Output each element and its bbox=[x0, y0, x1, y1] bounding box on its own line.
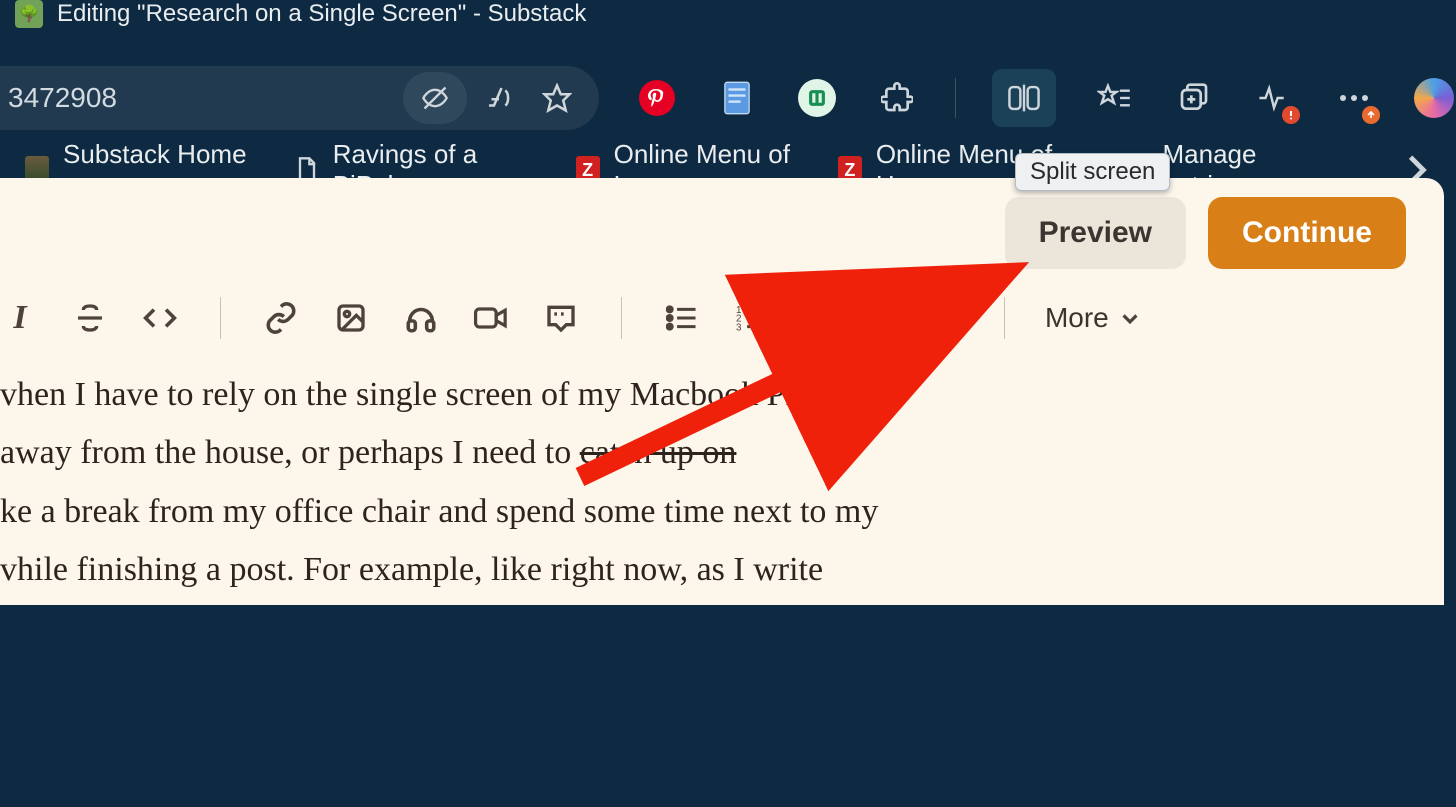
update-badge-icon bbox=[1362, 106, 1380, 124]
toolbar-separator bbox=[220, 297, 221, 339]
pinterest-extension-icon[interactable] bbox=[635, 76, 679, 120]
audio-icon[interactable] bbox=[401, 298, 441, 338]
favorites-list-icon[interactable] bbox=[1092, 76, 1136, 120]
chevron-down-icon bbox=[946, 312, 964, 324]
browser-actions bbox=[635, 69, 1456, 127]
bullet-list-icon[interactable] bbox=[662, 298, 702, 338]
toolbar-separator bbox=[1004, 297, 1005, 339]
numbered-list-icon[interactable]: 123 bbox=[732, 298, 772, 338]
toolbar-separator bbox=[621, 297, 622, 339]
tracking-prevention-icon[interactable] bbox=[403, 72, 467, 124]
address-fragment: 3472908 bbox=[8, 82, 117, 114]
toolbar-separator bbox=[955, 78, 956, 118]
tooltip-text: Split screen bbox=[1030, 158, 1155, 185]
browser-tab[interactable]: 🌳 Editing "Research on a Single Screen" … bbox=[0, 0, 1456, 30]
video-icon[interactable] bbox=[471, 298, 511, 338]
tab-favicon-icon: 🌳 bbox=[15, 0, 43, 28]
page-content-area: Preview Continue I 123 bbox=[0, 178, 1444, 605]
extension-green-icon[interactable] bbox=[795, 76, 839, 120]
editor-top-actions: Preview Continue bbox=[0, 178, 1444, 288]
more-menu-icon[interactable] bbox=[1332, 76, 1376, 120]
favorite-star-icon[interactable] bbox=[535, 76, 579, 120]
editor-line: vhile finishing a post. For example, lik… bbox=[0, 541, 1404, 599]
editor-toolbar: I 123 Button bbox=[0, 288, 1444, 348]
more-dropdown[interactable]: More bbox=[1045, 302, 1139, 334]
copilot-icon[interactable] bbox=[1412, 76, 1456, 120]
editor-line: vhen I have to rely on the single screen… bbox=[0, 366, 1404, 424]
button-dropdown-label: Button bbox=[853, 302, 934, 334]
document-extension-icon[interactable] bbox=[715, 76, 759, 120]
split-screen-tooltip: Split screen bbox=[1015, 153, 1170, 191]
editor-line: ke a break from my office chair and spen… bbox=[0, 483, 1404, 541]
italic-icon[interactable]: I bbox=[0, 298, 40, 338]
button-dropdown[interactable]: Button bbox=[853, 302, 964, 334]
alert-badge-icon bbox=[1282, 106, 1300, 124]
editor-body[interactable]: vhen I have to rely on the single screen… bbox=[0, 348, 1444, 600]
svg-text:3: 3 bbox=[736, 322, 742, 331]
more-dropdown-label: More bbox=[1045, 302, 1109, 334]
toolbar-row: 3472908 bbox=[0, 58, 1456, 138]
extensions-puzzle-icon[interactable] bbox=[875, 76, 919, 120]
image-icon[interactable] bbox=[331, 298, 371, 338]
tab-title: Editing "Research on a Single Screen" - … bbox=[57, 0, 586, 28]
chevron-down-icon bbox=[1121, 312, 1139, 324]
continue-button[interactable]: Continue bbox=[1208, 197, 1406, 269]
performance-icon[interactable] bbox=[1252, 76, 1296, 120]
code-icon[interactable] bbox=[140, 298, 180, 338]
strikethrough-icon[interactable] bbox=[70, 298, 110, 338]
read-aloud-icon[interactable] bbox=[477, 76, 521, 120]
preview-button[interactable]: Preview bbox=[1005, 197, 1186, 269]
editor-line: away from the house, or perhaps I need t… bbox=[0, 424, 1404, 482]
address-bar[interactable]: 3472908 bbox=[0, 66, 599, 130]
comment-icon[interactable] bbox=[541, 298, 581, 338]
collections-icon[interactable] bbox=[1172, 76, 1216, 120]
link-icon[interactable] bbox=[261, 298, 301, 338]
split-screen-button[interactable] bbox=[992, 69, 1056, 127]
toolbar-separator bbox=[812, 297, 813, 339]
